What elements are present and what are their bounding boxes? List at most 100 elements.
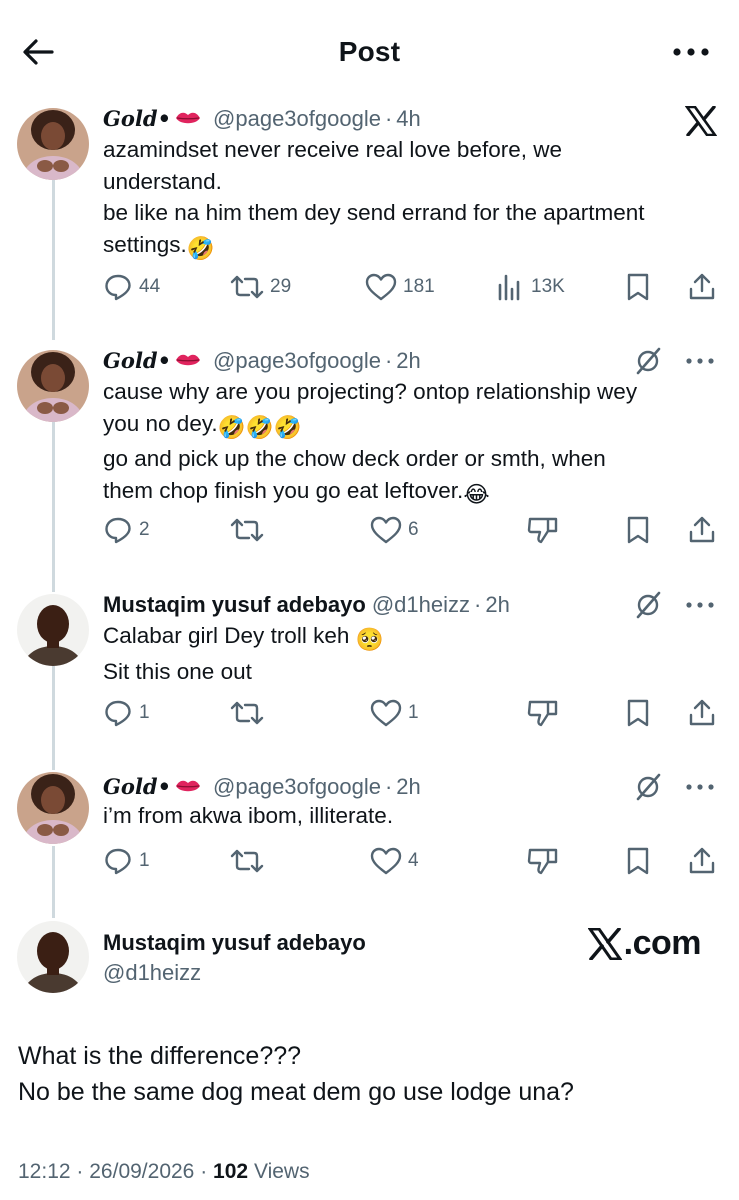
display-name[interactable]: Gold• — [103, 104, 171, 134]
repost-icon — [230, 701, 264, 725]
action-bar: 44 29 181 13K — [103, 270, 723, 304]
avatar[interactable] — [17, 350, 89, 422]
bookmark-icon — [627, 699, 649, 727]
reply-count: 1 — [139, 850, 150, 871]
action-bar: 1 1 — [103, 696, 723, 730]
reply-post[interactable]: Gold• @page3ofgoogle · 4h azamindset nev… — [0, 100, 739, 320]
more-horizontal-icon[interactable] — [685, 356, 715, 366]
display-name[interactable]: Mustaqim yusuf adebayo — [103, 930, 366, 956]
like-button[interactable]: 6 — [370, 513, 419, 547]
reply-icon — [105, 517, 131, 544]
reply-post[interactable]: Gold• @page3ofgoogle · 2h cause why are … — [0, 342, 739, 562]
avatar[interactable] — [17, 921, 89, 993]
like-button[interactable]: 181 — [365, 270, 435, 304]
post-header: Mustaqim yusuf adebayo @d1heizz · 2h — [103, 588, 510, 622]
grok-icon[interactable] — [633, 590, 663, 620]
share-button[interactable] — [687, 270, 717, 304]
downvote-button[interactable] — [527, 513, 559, 547]
separator: · — [384, 348, 393, 373]
avatar[interactable] — [17, 108, 89, 180]
repost-button[interactable] — [230, 696, 270, 730]
grok-icon[interactable] — [633, 346, 663, 376]
post-text-line: go and pick up the chow deck order or sm… — [103, 446, 606, 471]
share-button[interactable] — [687, 844, 717, 878]
repost-button[interactable] — [230, 844, 270, 878]
like-count: 4 — [408, 850, 419, 871]
like-count: 1 — [408, 702, 419, 723]
user-handle[interactable]: @page3ofgoogle — [213, 104, 381, 134]
user-handle[interactable]: @d1heizz — [103, 960, 201, 986]
lips-icon — [175, 346, 201, 376]
reply-post[interactable]: Gold• @page3ofgoogle · 2h i’m from akwa … — [0, 770, 739, 900]
reply-button[interactable]: 2 — [103, 513, 150, 547]
share-icon — [689, 699, 715, 726]
user-handle[interactable]: @page3ofgoogle — [213, 346, 381, 376]
post-text: azamindset never receive real love befor… — [103, 134, 723, 264]
post-meta: 12:12 · 26/09/2026 · 102 Views — [18, 1160, 310, 1184]
post-time[interactable]: 4h — [396, 104, 420, 134]
avatar[interactable] — [17, 772, 89, 844]
views-label: Views — [253, 1160, 310, 1183]
bookmark-button[interactable] — [623, 270, 653, 304]
page-title: Post — [338, 36, 401, 67]
repost-button[interactable] — [230, 513, 270, 547]
post-header-actions — [633, 588, 715, 622]
post-time[interactable]: 2h — [485, 590, 509, 620]
downvote-button[interactable] — [527, 696, 559, 730]
reply-button[interactable]: 1 — [103, 844, 150, 878]
display-name[interactable]: Gold• — [103, 772, 171, 802]
bookmark-button[interactable] — [623, 513, 653, 547]
repost-button[interactable]: 29 — [230, 270, 291, 304]
grok-icon[interactable] — [633, 772, 663, 802]
post-time[interactable]: 2h — [396, 346, 420, 376]
reply-button[interactable]: 44 — [103, 270, 160, 304]
user-handle[interactable]: @d1heizz — [372, 590, 470, 620]
heart-icon — [370, 516, 402, 544]
reply-icon — [105, 700, 131, 727]
post-date[interactable]: 26/09/2026 — [89, 1160, 194, 1183]
more-button[interactable] — [669, 40, 713, 64]
bookmark-button[interactable] — [623, 696, 653, 730]
avatar[interactable] — [17, 594, 89, 666]
post-text-line: settings.🤣 — [103, 229, 723, 265]
display-name[interactable]: Mustaqim yusuf adebayo — [103, 590, 366, 620]
post-text: cause why are you projecting? ontop rela… — [103, 376, 723, 510]
separator: · — [384, 106, 393, 131]
rofl-emoji: 🤣 — [186, 235, 215, 261]
more-horizontal-icon[interactable] — [685, 782, 715, 792]
separator: · — [200, 1160, 208, 1183]
thumbs-down-icon — [527, 700, 558, 727]
display-name[interactable]: Gold• — [103, 346, 171, 376]
views-button[interactable]: 13K — [495, 270, 565, 304]
post-header-actions — [633, 770, 715, 804]
joy-emoji: 😂 — [463, 481, 490, 507]
post-text-segment: settings. — [103, 231, 187, 257]
post-time[interactable]: 2h — [396, 772, 420, 802]
user-handle[interactable]: @page3ofgoogle — [213, 772, 381, 802]
post-text-line: What is the difference??? — [18, 1042, 302, 1070]
share-icon — [689, 516, 715, 543]
reply-icon — [105, 274, 131, 301]
share-button[interactable] — [687, 513, 717, 547]
downvote-button[interactable] — [527, 844, 559, 878]
post-header: Gold• @page3ofgoogle · 2h — [103, 770, 421, 804]
more-horizontal-icon[interactable] — [685, 600, 715, 610]
reply-post[interactable]: Mustaqim yusuf adebayo @d1heizz · 2h Cal… — [0, 586, 739, 746]
top-bar: Post — [0, 0, 739, 100]
post-text-line: No be the same dog meat dem go use lodge… — [18, 1078, 574, 1106]
like-button[interactable]: 1 — [370, 696, 419, 730]
post-text-line: understand. — [103, 168, 222, 194]
bookmark-icon — [627, 273, 649, 301]
like-button[interactable]: 4 — [370, 844, 419, 878]
post-timestamp[interactable]: 12:12 — [18, 1160, 71, 1183]
share-button[interactable] — [687, 696, 717, 730]
share-icon — [689, 847, 715, 874]
post-text-line: be like na him them dey send errand for … — [103, 200, 645, 225]
x-com-watermark: .com — [587, 924, 702, 963]
lips-icon — [175, 104, 201, 134]
reply-button[interactable]: 1 — [103, 696, 150, 730]
separator: · — [474, 592, 482, 617]
watermark-text: .com — [623, 924, 702, 962]
bookmark-button[interactable] — [623, 844, 653, 878]
reply-count: 2 — [139, 519, 150, 540]
